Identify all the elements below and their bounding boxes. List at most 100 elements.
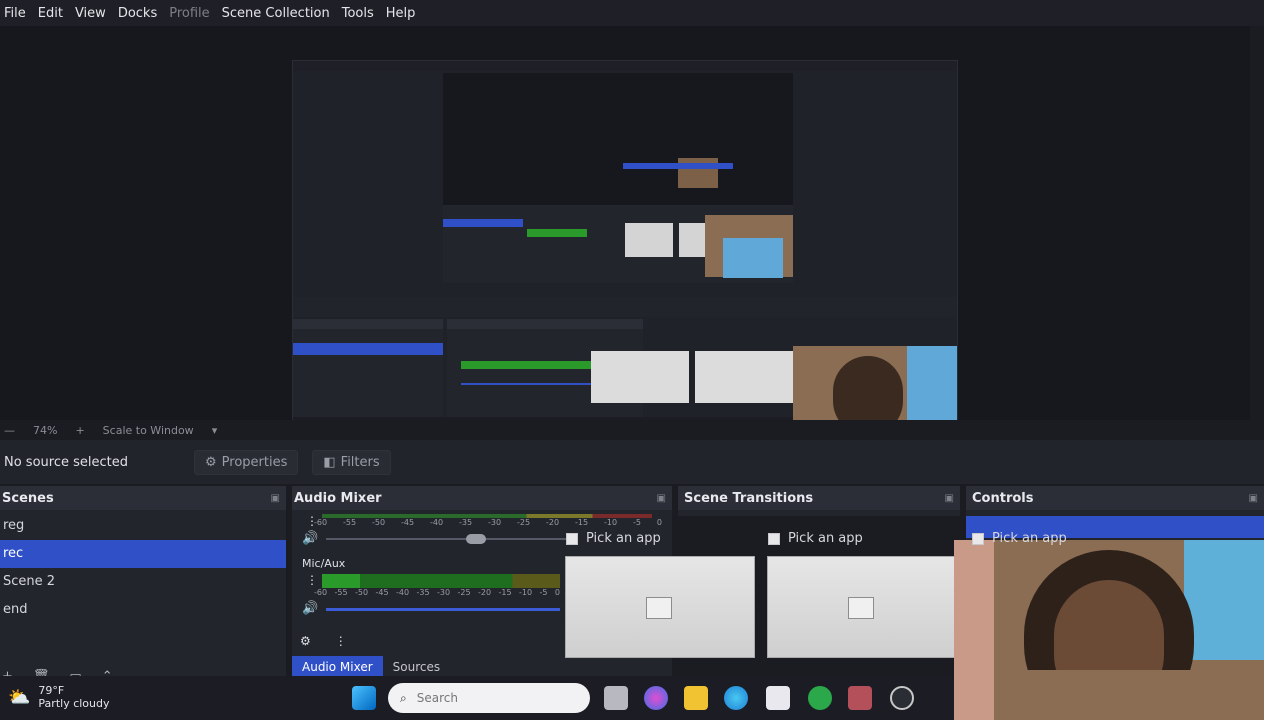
pick-app-label: Pick an app <box>992 531 1067 546</box>
xbox-icon[interactable] <box>808 686 832 710</box>
volume-slider[interactable] <box>326 608 560 611</box>
start-icon[interactable] <box>352 686 376 710</box>
advanced-audio-icon[interactable]: ⚙ <box>300 634 311 648</box>
menu-edit[interactable]: Edit <box>34 6 71 21</box>
obs-icon[interactable] <box>890 686 914 710</box>
controls-title: Controls <box>972 490 1034 506</box>
file-explorer-icon[interactable] <box>684 686 708 710</box>
controls-header: Controls ▣ <box>966 486 1264 510</box>
meter-tick-label: -35 <box>416 588 430 597</box>
scene-item-reg[interactable]: reg <box>0 512 286 540</box>
store-icon[interactable] <box>766 686 790 710</box>
meter-tick-label: -10 <box>604 518 618 527</box>
snipping-tool-icon[interactable] <box>848 686 872 710</box>
meter-tick-label: -30 <box>437 588 451 597</box>
menu-view[interactable]: View <box>71 6 114 21</box>
scenes-dock-header: Scenes ▣ <box>0 486 286 510</box>
menu-bar: File Edit View Docks Profile Scene Colle… <box>0 0 1264 26</box>
nested-propbar <box>293 297 957 317</box>
dock-pin-icon[interactable]: ▣ <box>657 493 666 504</box>
audio-mixer-header: Audio Mixer ▣ <box>292 486 672 510</box>
edge-icon[interactable] <box>724 686 748 710</box>
scene-transitions-title: Scene Transitions <box>684 490 814 506</box>
window-icon <box>768 532 780 545</box>
meter-tick-label: -40 <box>396 588 410 597</box>
filters-label: Filters <box>340 454 380 470</box>
volume-meter <box>322 514 652 518</box>
snap-pick-app-1[interactable]: Pick an app <box>566 531 661 546</box>
menu-profile[interactable]: Profile <box>165 6 217 21</box>
zoom-mode[interactable]: Scale to Window <box>103 424 194 437</box>
mixer-toolbar: ⚙ ⋮ <box>300 634 347 648</box>
taskbar-search[interactable]: ⌕ Search <box>388 683 590 713</box>
meter-tick-label: -25 <box>457 588 471 597</box>
preview-scrollbar[interactable] <box>1250 26 1264 420</box>
scene-item-scene-2[interactable]: Scene 2 <box>0 568 286 596</box>
zoom-in-button[interactable]: + <box>75 424 84 437</box>
speaker-icon[interactable]: 🔊 <box>302 601 318 616</box>
no-source-label: No source selected <box>4 454 128 470</box>
properties-button[interactable]: ⚙ Properties <box>194 449 299 475</box>
preview-canvas[interactable] <box>292 60 958 440</box>
snap-pick-app-2[interactable]: Pick an app <box>768 531 863 546</box>
zoom-bar: — 74% + Scale to Window ▾ <box>0 420 1264 440</box>
menu-scene-collection[interactable]: Scene Collection <box>218 6 338 21</box>
weather-widget[interactable]: ⛅ 79°F Partly cloudy <box>8 684 110 710</box>
zoom-out-button[interactable]: — <box>4 424 15 437</box>
tab-sources[interactable]: Sources <box>383 656 450 678</box>
meter-tick-label: -5 <box>539 588 548 597</box>
zoom-value[interactable]: 74% <box>33 424 57 437</box>
search-placeholder: Search <box>416 691 458 705</box>
meter-tick-label: -45 <box>401 518 415 527</box>
preview-area[interactable] <box>0 26 1250 440</box>
tab-audio-mixer[interactable]: Audio Mixer <box>292 656 383 678</box>
dock-tabs: Audio Mixer Sources <box>292 656 450 678</box>
mixer-menu-icon[interactable]: ⋮ <box>335 634 347 648</box>
menu-tools[interactable]: Tools <box>338 6 382 21</box>
nested-preview <box>443 73 793 283</box>
meter-tick-label: -30 <box>488 518 502 527</box>
filters-button[interactable]: ◧ Filters <box>312 449 391 475</box>
dock-pin-icon[interactable]: ▣ <box>945 493 954 504</box>
chevron-down-icon[interactable]: ▾ <box>212 424 218 437</box>
menu-help[interactable]: Help <box>382 6 424 21</box>
meter-tick-label: -5 <box>633 518 641 527</box>
meter-tick-label: -10 <box>519 588 533 597</box>
filter-icon: ◧ <box>323 454 336 470</box>
dock-pin-icon[interactable]: ▣ <box>1249 493 1258 504</box>
channel-menu-icon[interactable]: ⋮ <box>306 514 318 528</box>
scene-transitions-header: Scene Transitions ▣ <box>678 486 960 510</box>
meter-tick-label: 0 <box>554 588 560 597</box>
nested-transition-card <box>695 351 793 403</box>
snap-zone-left[interactable] <box>565 556 755 658</box>
gear-icon: ⚙ <box>205 454 217 470</box>
nested-transition-card <box>591 351 689 403</box>
scenes-list: reg rec Scene 2 end <box>0 512 286 624</box>
scene-item-end[interactable]: end <box>0 596 286 624</box>
meter-tick-label: -55 <box>343 518 357 527</box>
search-icon: ⌕ <box>400 690 407 705</box>
volume-slider-handle[interactable] <box>466 534 486 544</box>
menu-docks[interactable]: Docks <box>114 6 165 21</box>
audio-mixer-title: Audio Mixer <box>294 490 382 506</box>
speaker-icon[interactable]: 🔊 <box>302 531 318 546</box>
scenes-title: Scenes <box>2 490 54 506</box>
scenes-dock: Scenes ▣ reg rec Scene 2 end + 🗑 ▭ ⌃ ⌄ <box>0 486 286 686</box>
snap-pick-app-3[interactable]: Pick an app <box>972 531 1067 546</box>
meter-tick-label: -25 <box>517 518 531 527</box>
meter-tick-label: -50 <box>372 518 386 527</box>
scene-item-rec[interactable]: rec <box>0 540 286 568</box>
webcam-overlay <box>954 540 1264 720</box>
pick-app-label: Pick an app <box>788 531 863 546</box>
channel-menu-icon[interactable]: ⋮ <box>306 573 318 587</box>
volume-slider[interactable] <box>326 538 572 540</box>
copilot-icon[interactable] <box>644 686 668 710</box>
meter-ticks: -60 -55 -50 -45 -40 -35 -30 -25 -20 -15 -10 -5 0 <box>314 588 560 597</box>
snap-zone-right[interactable] <box>767 556 957 658</box>
pick-app-label: Pick an app <box>586 531 661 546</box>
temperature: 79°F <box>38 684 65 697</box>
dock-pin-icon[interactable]: ▣ <box>271 493 280 504</box>
menu-file[interactable]: File <box>0 6 34 21</box>
task-view-icon[interactable] <box>604 686 628 710</box>
meter-tick-label: -35 <box>459 518 473 527</box>
